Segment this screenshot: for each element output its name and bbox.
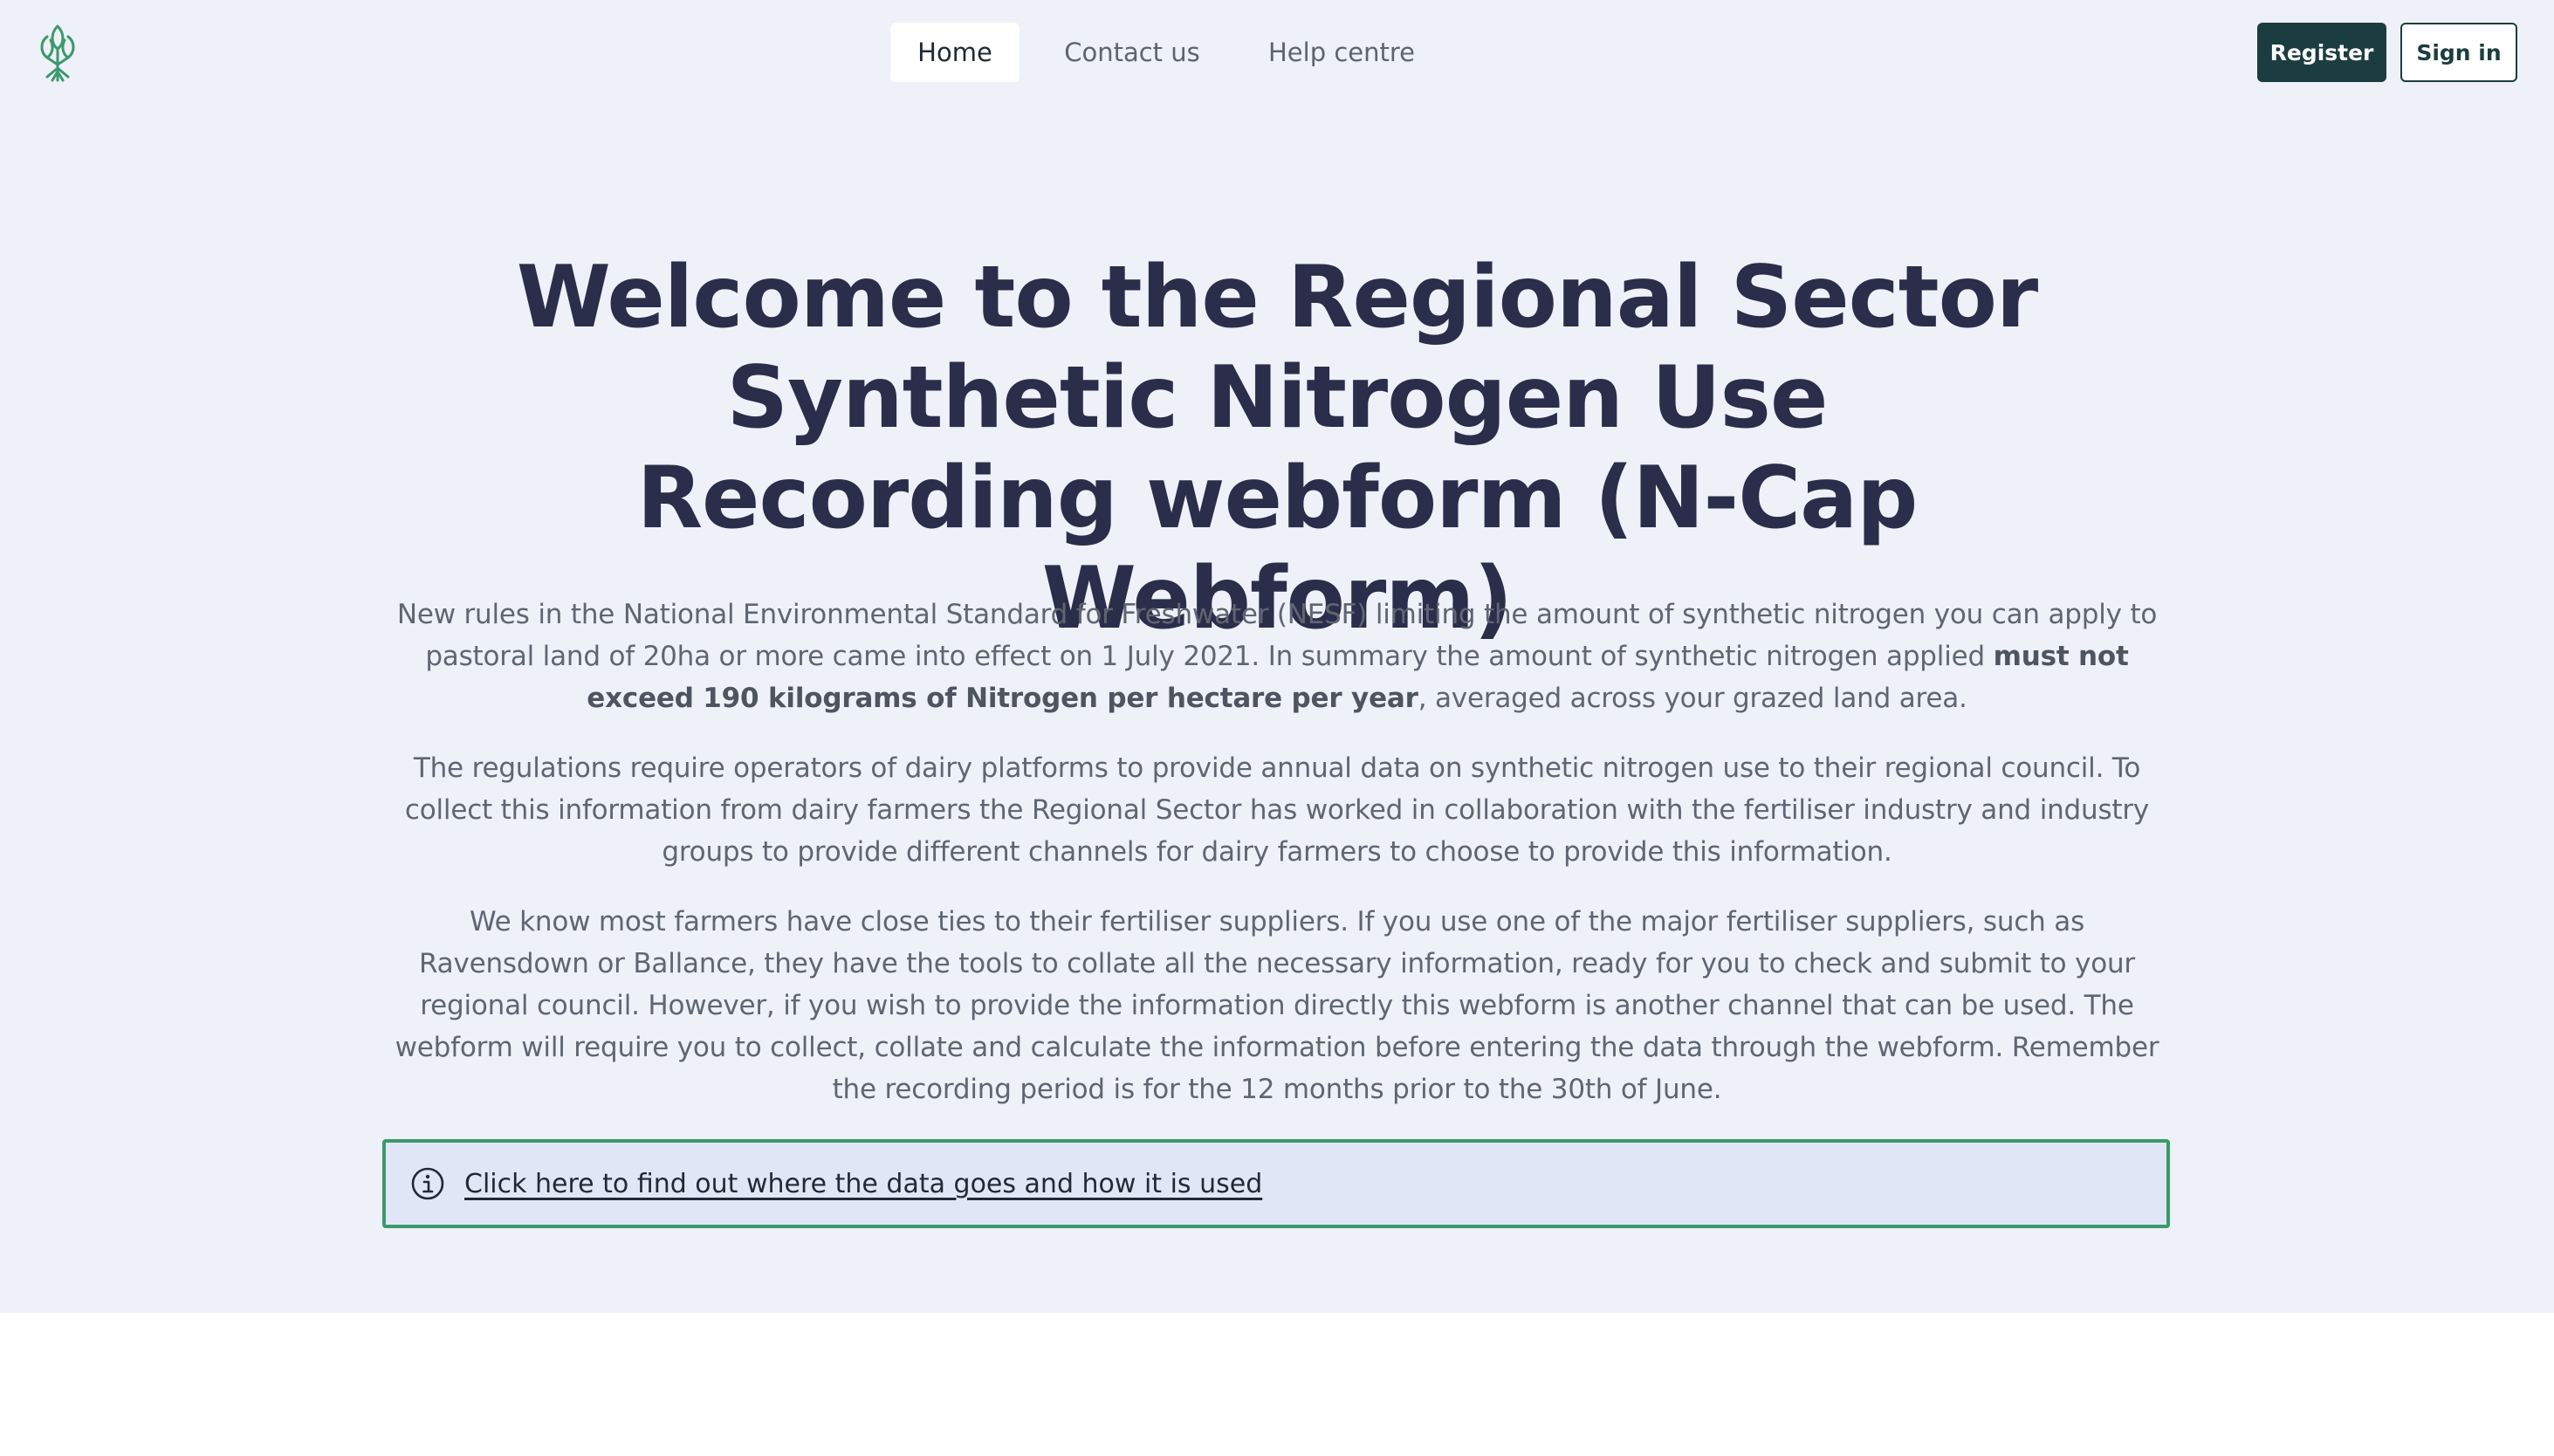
intro-paragraph: New rules in the National Environmental … <box>382 594 2172 719</box>
intro-tail: , averaged across your grazed land area. <box>1418 683 1967 714</box>
nav-help-centre[interactable]: Help centre <box>1245 23 1438 82</box>
hero-section: Home Contact us Help centre Register Sig… <box>0 0 2554 1313</box>
nav-home[interactable]: Home <box>890 23 1020 82</box>
regulations-paragraph: The regulations require operators of dai… <box>404 752 2150 868</box>
info-circle-icon <box>411 1167 444 1200</box>
main-nav: Home Contact us Help centre <box>890 23 1438 82</box>
register-button[interactable]: Register <box>2257 23 2386 82</box>
intro-text: New rules in the National Environmental … <box>396 599 2158 672</box>
page-title: Welcome to the Regional Sector Synthetic… <box>516 248 2039 649</box>
info-banner: Click here to find out where the data go… <box>382 1139 2170 1228</box>
nav-contact-us[interactable]: Contact us <box>1020 23 1245 82</box>
suppliers-paragraph: We know most farmers have close ties to … <box>395 906 2159 1105</box>
tree-logo-icon[interactable] <box>33 23 82 82</box>
data-usage-link[interactable]: Click here to find out where the data go… <box>464 1169 1262 1199</box>
sign-in-button[interactable]: Sign in <box>2400 23 2517 82</box>
